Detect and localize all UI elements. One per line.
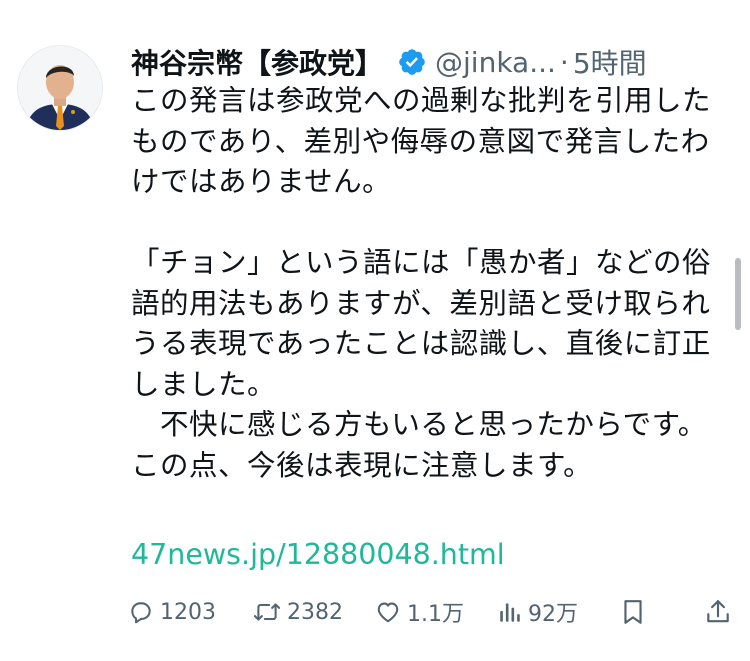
views-button[interactable]: 92万 [498,592,578,632]
tweet-link[interactable]: 47news.jp/12880048.html [131,535,505,575]
header-separator: · [559,45,569,79]
author-display-name[interactable]: 神谷宗幣【参政党】 [131,42,383,82]
bookmark-button[interactable] [621,592,645,632]
avatar[interactable] [18,46,102,130]
tweet-header: 神谷宗幣【参政党】 @jinka... · 5時間 [131,40,647,84]
tweet-timestamp[interactable]: 5時間 [573,42,647,82]
tweet-card[interactable]: 神谷宗幣【参政党】 @jinka... · 5時間 この発言は参政党への過剰な批… [0,0,750,661]
share-upload-icon [707,600,729,623]
views-count: 92万 [528,602,578,627]
like-count: 1.1万 [407,602,464,627]
reply-button[interactable]: 1203 [128,592,216,632]
author-handle[interactable]: @jinka... [435,46,556,79]
share-button[interactable] [705,592,731,632]
repost-arrows-icon [253,603,281,621]
like-button[interactable]: 1.1万 [375,592,464,632]
verified-badge-icon [397,47,427,77]
bookmark-icon [624,600,642,624]
repost-count: 2382 [287,599,343,625]
speech-bubble-icon [131,602,151,624]
heart-icon [377,602,399,623]
avatar-image [18,46,102,130]
tweet-text: この発言は参政党への過剰な批判を引用した ものであり、差別や侮辱の意図で発言した… [131,84,712,482]
repost-button[interactable]: 2382 [253,592,343,632]
action-bar: 1203 2382 1.1万 92万 [128,592,733,632]
bar-chart-icon [500,603,520,622]
scrollbar[interactable] [735,258,741,330]
reply-count: 1203 [160,599,216,625]
